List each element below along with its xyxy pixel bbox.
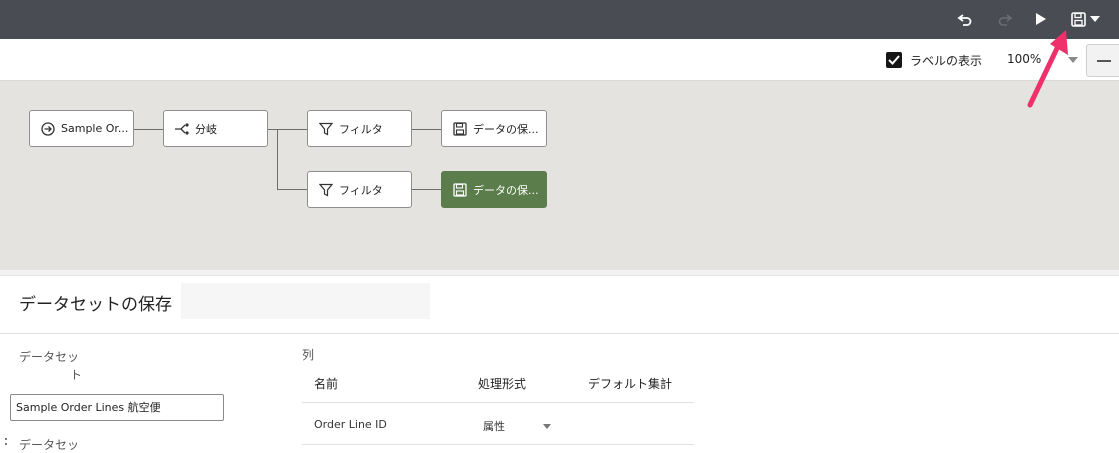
dataset-label: データセッ bbox=[19, 350, 80, 364]
node-dataset[interactable]: Sample Or... bbox=[29, 110, 134, 147]
filter-icon bbox=[318, 182, 334, 198]
top-toolbar bbox=[0, 0, 1119, 39]
chevron-down-icon[interactable] bbox=[543, 424, 551, 429]
connector bbox=[134, 129, 164, 130]
show-labels-label: ラベルの表示 bbox=[910, 54, 983, 68]
flow-canvas[interactable]: Sample Or... 分岐 フィルタ データの保... フィルタ データの保… bbox=[0, 81, 1119, 270]
redo-icon[interactable] bbox=[993, 8, 1017, 30]
connector bbox=[268, 129, 308, 130]
column-header-aggregation: デフォルト集計 bbox=[588, 377, 673, 391]
node-label: 分岐 bbox=[195, 122, 217, 136]
save-icon bbox=[452, 121, 468, 137]
column-header-name: 名前 bbox=[314, 377, 339, 391]
branch-icon bbox=[174, 121, 190, 137]
dataset-label-wrap: ト bbox=[70, 368, 83, 382]
node-filter-2[interactable]: フィルタ bbox=[307, 171, 412, 208]
save-icon bbox=[452, 182, 468, 198]
show-labels-checkbox[interactable] bbox=[886, 52, 902, 68]
panel-title-field[interactable] bbox=[181, 283, 430, 319]
dataset-icon bbox=[40, 121, 56, 137]
chevron-down-icon[interactable] bbox=[1085, 8, 1105, 30]
filter-icon bbox=[318, 121, 334, 137]
connector bbox=[412, 189, 442, 190]
column-header-type: 処理形式 bbox=[478, 377, 527, 391]
node-label: データの保... bbox=[473, 183, 539, 197]
connector bbox=[277, 129, 278, 189]
node-label: データの保... bbox=[473, 122, 539, 136]
divider bbox=[0, 333, 1119, 334]
connector bbox=[412, 129, 442, 130]
node-label: フィルタ bbox=[339, 183, 383, 197]
canvas-toolbar: ラベルの表示 100% bbox=[0, 39, 1119, 81]
row-name: Order Line ID bbox=[314, 418, 387, 431]
columns-label: 列 bbox=[302, 348, 315, 362]
zoom-out-button[interactable] bbox=[1086, 44, 1119, 77]
resize-handle[interactable] bbox=[5, 438, 7, 445]
undo-icon[interactable] bbox=[953, 8, 977, 30]
node-save-data-1[interactable]: データの保... bbox=[441, 110, 547, 147]
run-icon[interactable] bbox=[1029, 8, 1053, 30]
divider bbox=[302, 402, 694, 403]
node-branch[interactable]: 分岐 bbox=[163, 110, 268, 147]
connector bbox=[277, 189, 308, 190]
node-filter-1[interactable]: フィルタ bbox=[307, 110, 412, 147]
panel-splitter[interactable] bbox=[0, 270, 1119, 276]
row-type-select[interactable]: 属性 bbox=[483, 418, 505, 434]
annotation-arrow-icon bbox=[1027, 30, 1068, 108]
dataset-name-input[interactable]: Sample Order Lines 航空便 bbox=[10, 394, 224, 421]
node-label: Sample Or... bbox=[61, 122, 129, 135]
node-save-data-2[interactable]: データの保... bbox=[441, 171, 547, 208]
panel-title: データセットの保存 bbox=[19, 295, 172, 315]
node-label: フィルタ bbox=[339, 122, 383, 136]
